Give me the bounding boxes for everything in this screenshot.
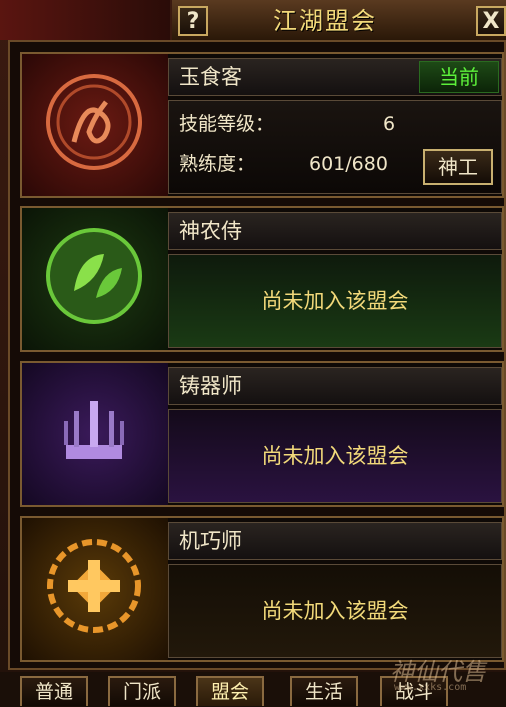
close-button[interactable]: X (476, 6, 506, 36)
tab-life[interactable]: 生活 (290, 676, 358, 706)
window-title: 江湖盟会 (273, 7, 377, 35)
current-badge: 当前 (419, 61, 499, 93)
skill-level-label: 技能等级： (179, 113, 275, 135)
gear-emblem-icon (44, 536, 144, 636)
tab-normal[interactable]: 普通 (20, 676, 88, 706)
top-left-decoration (0, 0, 170, 40)
tab-guild[interactable]: 盟会 (196, 676, 264, 706)
guild-stats-box: 技能等级： 6 熟练度： 601/680 神工 (168, 100, 502, 194)
guild-name-box: 神农侍 (168, 212, 502, 250)
emblem-area (22, 54, 168, 196)
guild-name: 神农侍 (179, 219, 242, 243)
guild-status: 尚未加入该盟会 (261, 289, 409, 313)
leaf-emblem-icon (44, 226, 144, 326)
guild-status-box: 尚未加入该盟会 (168, 564, 502, 658)
guild-card-zhuqishi: 铸器师 尚未加入该盟会 (20, 361, 504, 507)
guild-name: 机巧师 (179, 529, 242, 553)
guild-status-box: 尚未加入该盟会 (168, 409, 502, 503)
guild-name: 玉食客 (179, 65, 242, 89)
emblem-area (22, 363, 168, 505)
guild-card-yushike: 玉食客 当前 技能等级： 6 熟练度： 601/680 神工 (20, 52, 504, 198)
shengong-button[interactable]: 神工 (423, 149, 493, 185)
guild-status: 尚未加入该盟会 (261, 599, 409, 623)
dragon-emblem-icon (44, 72, 144, 172)
guild-card-jiqiaoshi: 机巧师 尚未加入该盟会 (20, 516, 504, 662)
guild-card-shennongshi: 神农侍 尚未加入该盟会 (20, 206, 504, 352)
forge-emblem-icon (44, 381, 144, 481)
guild-name: 铸器师 (179, 374, 242, 398)
emblem-area (22, 518, 168, 660)
tab-sect[interactable]: 门派 (108, 676, 176, 706)
guild-name-box: 铸器师 (168, 367, 502, 405)
guild-status: 尚未加入该盟会 (261, 444, 409, 468)
proficiency-value: 601/680 (309, 153, 388, 175)
help-button[interactable]: ? (178, 6, 208, 36)
skill-level-value: 6 (383, 113, 396, 135)
guild-name-box: 机巧师 (168, 522, 502, 560)
proficiency-label: 熟练度： (179, 153, 256, 175)
guild-status-box: 尚未加入该盟会 (168, 254, 502, 348)
guild-window: ? 江湖盟会 X 玉食客 当前 技能等级： 6 熟练度： 601/680 神工 … (0, 0, 506, 707)
emblem-area (22, 208, 168, 350)
skill-level-row: 技能等级： 6 (179, 109, 419, 139)
watermark: 神仙代售 www.xxks.com (350, 650, 500, 700)
guild-name-box: 玉食客 当前 (168, 58, 502, 96)
watermark-url: www.xxks.com (394, 682, 467, 693)
proficiency-row: 熟练度： 601/680 (179, 149, 419, 179)
